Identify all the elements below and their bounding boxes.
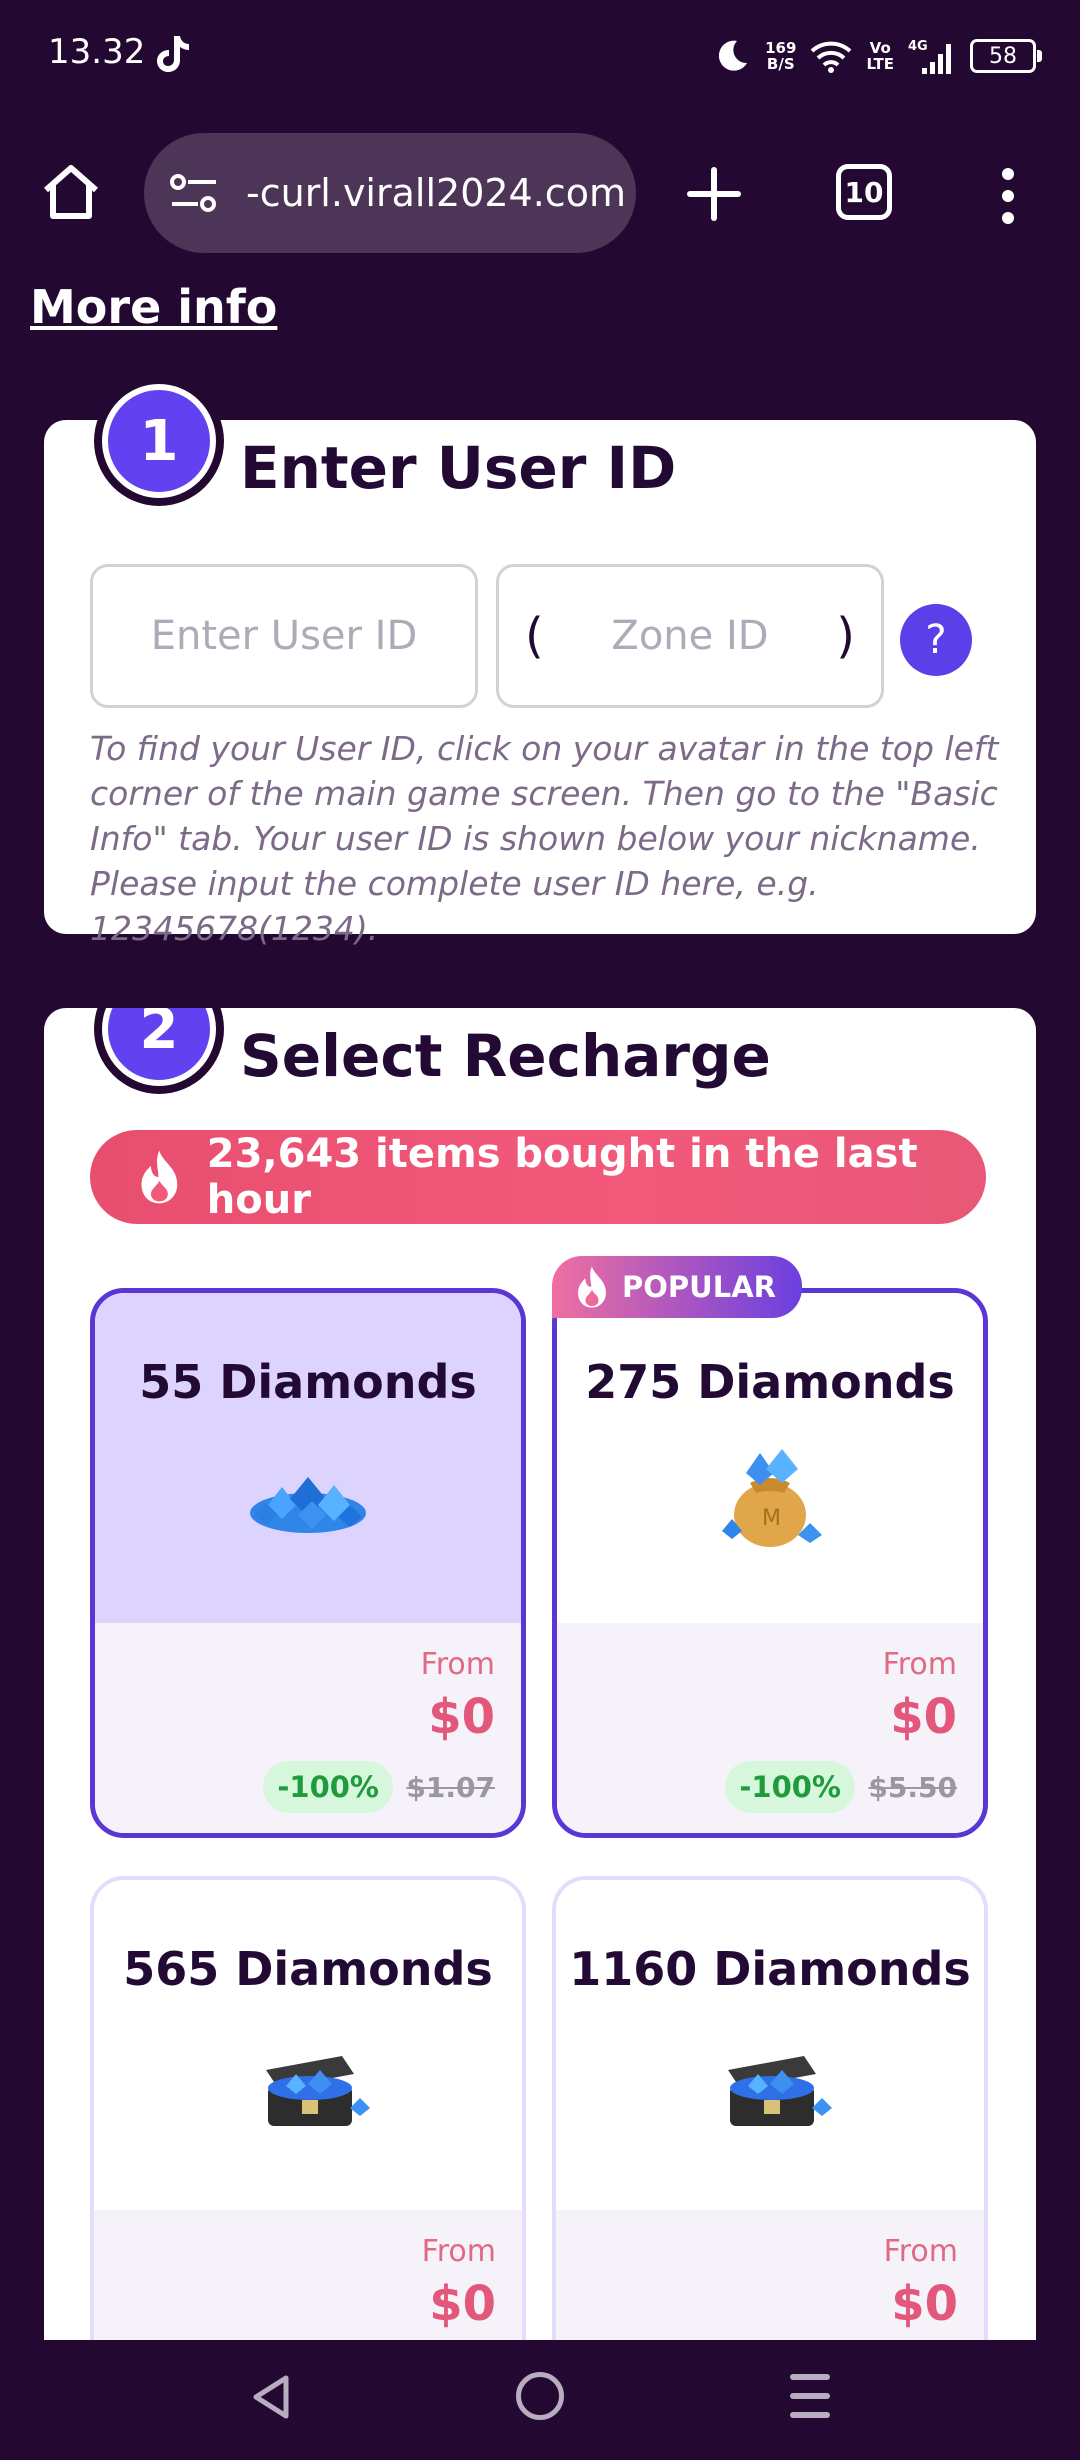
package-price-area: From $0 -100% $5.50 [557, 1623, 983, 1833]
package-header: 55 Diamonds [95, 1293, 521, 1623]
package-name: 55 Diamonds [139, 1355, 477, 1409]
more-info-link[interactable]: More info [30, 280, 277, 334]
step-badge: 2 [94, 1008, 224, 1094]
package-name: 275 Diamonds [585, 1355, 955, 1409]
browser-toolbar: -curl.virall2024.com 10 [0, 130, 1080, 254]
diamond-chest-icon [728, 2056, 832, 2126]
tab-switcher-button[interactable]: 10 [836, 164, 892, 220]
diamond-bag-icon: M [722, 1449, 822, 1547]
address-bar[interactable]: -curl.virall2024.com [144, 133, 636, 253]
flame-icon [578, 1266, 606, 1308]
battery-indicator: 58 [970, 39, 1042, 73]
net-speed-value: 169 [765, 39, 797, 57]
card-title: Enter User ID [240, 434, 677, 502]
volte-indicator: Vo LTE [866, 40, 894, 72]
help-button[interactable]: ? [900, 604, 972, 676]
from-label: From [421, 2234, 496, 2269]
user-id-input[interactable] [90, 564, 478, 708]
package-header: 1160 Diamonds [556, 1880, 984, 2210]
svg-text:M: M [762, 1506, 781, 1531]
paren-close: ) [836, 608, 855, 664]
from-label: From [882, 1647, 957, 1682]
popular-label: POPULAR [622, 1270, 776, 1304]
zone-id-input[interactable] [570, 613, 810, 659]
system-nav-bar [0, 2340, 1080, 2460]
price: $0 [429, 2276, 496, 2332]
zone-id-field[interactable]: ( ) [496, 564, 884, 708]
package-price-area: From $0 -100% $1.07 [95, 1623, 521, 1833]
diamond-pile-icon [250, 1477, 366, 1533]
package-header: 565 Diamonds [94, 1880, 522, 2210]
volte-top: Vo [869, 39, 891, 57]
package-name: 1160 Diamonds [569, 1942, 971, 1996]
card-title: Select Recharge [240, 1022, 771, 1090]
paren-open: ( [525, 608, 544, 664]
status-icons: 169 B/S Vo LTE 4G 58 [713, 34, 1042, 78]
sales-text: 23,643 items bought in the last hour [206, 1131, 918, 1223]
user-id-card: 1 Enter User ID ( ) ? To find your User … [44, 376, 1036, 948]
flame-icon [141, 1150, 178, 1204]
home-icon[interactable] [40, 162, 102, 222]
url-text[interactable]: -curl.virall2024.com [246, 171, 626, 215]
price: $0 [891, 2276, 958, 2332]
overflow-menu-icon[interactable] [996, 168, 1020, 224]
diamond-chest-icon [266, 2056, 370, 2126]
net-speed-unit: B/S [766, 55, 795, 73]
price: $0 [428, 1689, 495, 1745]
package-275-diamonds[interactable]: 275 Diamonds M From $0 -100% $5.50 [552, 1288, 988, 1838]
original-price: $5.50 [868, 1771, 957, 1804]
net-speed: 169 B/S [765, 40, 796, 72]
package-55-diamonds[interactable]: 55 Diamonds From $0 -100% $1.07 [90, 1288, 526, 1838]
status-time: 13.32 [48, 32, 146, 72]
step-badge: 1 [94, 376, 224, 506]
sales-banner: 23,643 items bought in the last hour [90, 1130, 986, 1224]
site-settings-icon[interactable] [168, 171, 220, 215]
from-label: From [420, 1647, 495, 1682]
signal-icon: 4G [908, 39, 951, 74]
back-icon[interactable] [248, 2372, 294, 2422]
original-price: $1.07 [406, 1771, 495, 1804]
user-id-hint: To find your User ID, click on your avat… [90, 729, 999, 948]
step-number: 2 [102, 1008, 216, 1086]
recharge-card: 2 Select Recharge 23,643 items bought in… [44, 1008, 1036, 2428]
recents-icon[interactable] [790, 2374, 830, 2418]
new-tab-icon[interactable] [686, 166, 742, 222]
status-bar: 13.32 169 B/S Vo LTE 4G 58 [0, 0, 1080, 110]
price: $0 [890, 1689, 957, 1745]
from-label: From [883, 2234, 958, 2269]
tiktok-icon [157, 36, 189, 72]
battery-level: 58 [989, 43, 1017, 69]
network-type: 4G [908, 39, 928, 54]
tab-count: 10 [844, 175, 884, 209]
moon-icon [719, 40, 748, 71]
discount-badge: -100% [263, 1761, 393, 1813]
package-header: 275 Diamonds M [557, 1293, 983, 1623]
home-circle-icon[interactable] [516, 2372, 564, 2420]
wifi-icon [811, 41, 852, 73]
volte-bottom: LTE [866, 55, 894, 73]
discount-badge: -100% [725, 1761, 855, 1813]
package-name: 565 Diamonds [123, 1942, 493, 1996]
popular-badge: POPULAR [552, 1256, 802, 1318]
step-number: 1 [102, 384, 216, 498]
